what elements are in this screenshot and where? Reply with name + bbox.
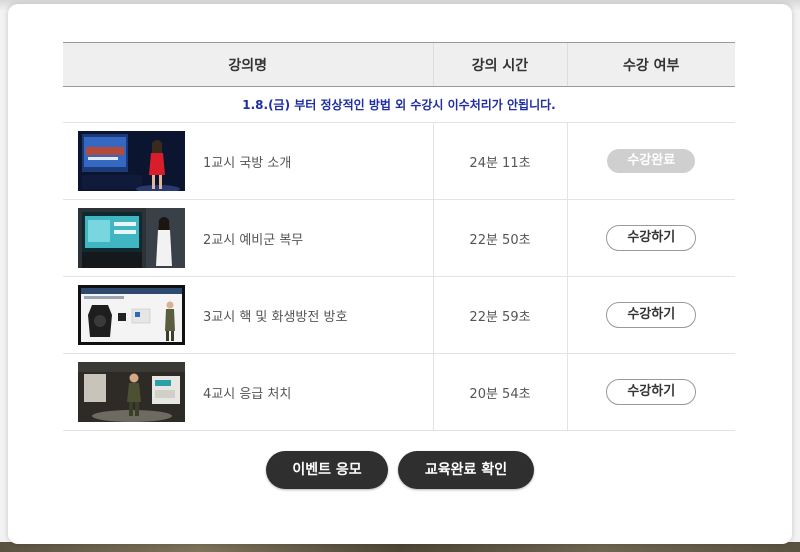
lecture-thumbnail[interactable] bbox=[78, 131, 185, 191]
start-lecture-button[interactable]: 수강하기 bbox=[606, 302, 697, 328]
lecture-title[interactable]: 2교시 예비군 복무 bbox=[203, 229, 303, 248]
table-row: 4교시 응급 처치 20분 54초 수강하기 bbox=[63, 353, 735, 431]
notice-row: 1.8.(금) 부터 정상적인 방법 외 수강시 이수처리가 안됩니다. bbox=[63, 86, 735, 123]
start-lecture-button[interactable]: 수강하기 bbox=[606, 225, 697, 251]
lecture-title[interactable]: 4교시 응급 처치 bbox=[203, 383, 291, 402]
lecture-thumbnail[interactable] bbox=[78, 208, 185, 268]
lecture-thumbnail[interactable] bbox=[78, 362, 185, 422]
status-cell: 수강하기 bbox=[566, 353, 735, 431]
lecture-title[interactable]: 1교시 국방 소개 bbox=[203, 152, 291, 171]
completed-badge: 수강완료 bbox=[607, 149, 696, 173]
start-lecture-button[interactable]: 수강하기 bbox=[606, 379, 697, 405]
lecture-cell: 3교시 핵 및 화생방전 방호 bbox=[63, 276, 433, 354]
header-lecture-name: 강의명 bbox=[63, 42, 433, 87]
lecture-title[interactable]: 3교시 핵 및 화생방전 방호 bbox=[203, 306, 347, 325]
footer-button-group: 이벤트 응모 교육완료 확인 bbox=[0, 451, 800, 489]
lecture-cell: 2교시 예비군 복무 bbox=[63, 199, 433, 277]
lecture-thumbnail[interactable] bbox=[78, 285, 185, 345]
lecture-cell: 1교시 국방 소개 bbox=[63, 122, 433, 200]
table-row: 1교시 국방 소개 24분 11초 수강완료 bbox=[63, 122, 735, 200]
status-cell: 수강하기 bbox=[566, 276, 735, 354]
lecture-duration: 22분 50초 bbox=[432, 199, 567, 277]
lecture-table: 강의명 강의 시간 수강 여부 1.8.(금) 부터 정상적인 방법 외 수강시… bbox=[63, 42, 735, 431]
notice-text: 1.8.(금) 부터 정상적인 방법 외 수강시 이수처리가 안됩니다. bbox=[63, 86, 735, 123]
status-cell: 수강하기 bbox=[566, 199, 735, 277]
table-row: 3교시 핵 및 화생방전 방호 22분 59초 수강하기 bbox=[63, 276, 735, 354]
table-header-row: 강의명 강의 시간 수강 여부 bbox=[63, 42, 735, 87]
lecture-cell: 4교시 응급 처치 bbox=[63, 353, 433, 431]
lecture-duration: 24분 11초 bbox=[432, 122, 567, 200]
lecture-duration: 22분 59초 bbox=[432, 276, 567, 354]
lecture-duration: 20분 54초 bbox=[432, 353, 567, 431]
event-entry-button[interactable]: 이벤트 응모 bbox=[266, 451, 388, 489]
header-status: 수강 여부 bbox=[566, 42, 735, 87]
status-cell: 수강완료 bbox=[566, 122, 735, 200]
header-lecture-time: 강의 시간 bbox=[432, 42, 567, 87]
table-row: 2교시 예비군 복무 22분 50초 수강하기 bbox=[63, 199, 735, 277]
completion-check-button[interactable]: 교육완료 확인 bbox=[398, 451, 534, 489]
